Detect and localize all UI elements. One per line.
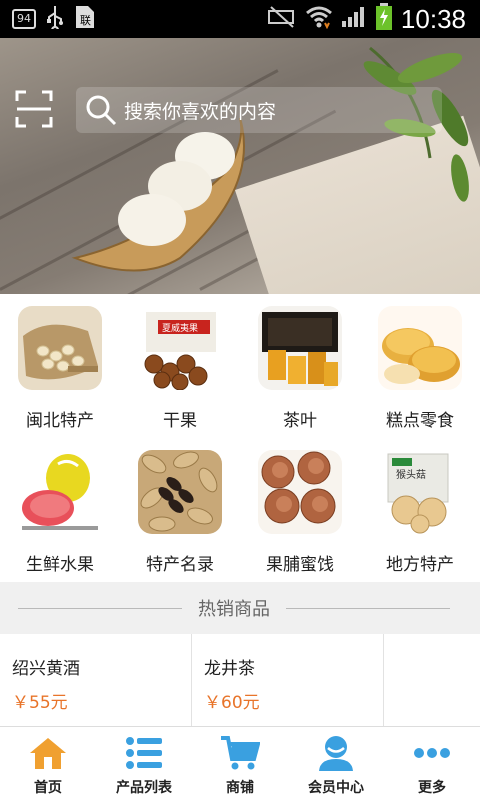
mushroom-pack-image: 猴头菇 [378,450,462,534]
product-card[interactable]: 绍兴黄酒 ￥55元 [0,634,192,726]
category-label: 干果 [163,411,197,431]
category-label: 特产名录 [146,555,214,575]
nav-shop[interactable]: 商铺 [192,727,288,800]
product-price: ￥60元 [204,693,260,713]
scan-icon [15,90,53,128]
cart-icon [221,736,260,770]
usb-icon [46,5,64,34]
nav-member-center[interactable]: 会员中心 [288,727,384,800]
more-icon [414,748,450,758]
tea-box-image [258,306,342,390]
hot-section-header: 热销商品 [0,582,480,634]
category-label: 果脯蜜饯 [266,555,334,575]
nav-home[interactable]: 首页 [0,727,96,800]
product-name: 龙井茶 [204,659,255,679]
mute-icon [267,5,297,33]
user-icon [319,736,353,771]
product-card[interactable]: 龙井茶 ￥60元 [192,634,384,726]
divider [18,607,182,609]
wifi-icon [305,5,333,33]
notification-badge: 94 [12,9,36,29]
category-label: 糕点零食 [386,411,454,431]
category-item[interactable]: 闽北特产 [0,294,120,438]
signal-icon [341,5,367,33]
category-item[interactable]: 猴头菇 地方特产 [360,438,480,582]
dried-persimmon-image [258,450,342,534]
search-row: 搜索你喜欢的内容 [0,83,480,139]
category-label: 闽北特产 [26,411,94,431]
category-item[interactable]: 果脯蜜饯 [240,438,360,582]
category-item[interactable]: 特产名录 [120,438,240,582]
category-item[interactable]: 夏威夷果 干果 [120,294,240,438]
status-bar: 94 联 10:38 [0,0,480,38]
nav-label: 商铺 [226,780,254,796]
hot-section-title: 热销商品 [198,599,270,620]
category-item[interactable]: 糕点零食 [360,294,480,438]
list-icon [126,737,162,769]
category-item[interactable]: 生鲜水果 [0,438,120,582]
nav-label: 产品列表 [116,780,172,796]
divider [286,607,450,609]
clock: 10:38 [400,3,466,34]
product-name: 绍兴黄酒 [12,659,80,679]
category-label: 地方特产 [386,555,454,575]
product-price: ￥55元 [12,693,68,713]
bottom-nav: 首页 产品列表 商铺 会员中心 更多 [0,726,480,800]
sim-icon: 联 [74,4,96,34]
pomelo-image [18,450,102,534]
nav-more[interactable]: 更多 [384,727,480,800]
home-icon [30,738,66,769]
battery-icon [375,3,393,35]
category-item[interactable]: 茶叶 [240,294,360,438]
svg-text:联: 联 [80,14,91,27]
category-grid: 闽北特产 夏威夷果 干果 茶叶 糕点零食 生鲜水果 特产名录 果脯蜜饯 猴头菇 … [0,294,480,582]
nav-label: 会员中心 [308,780,364,796]
nav-product-list[interactable]: 产品列表 [96,727,192,800]
product-card-empty [384,634,480,726]
category-label: 茶叶 [283,411,317,431]
search-icon [86,95,117,126]
search-placeholder: 搜索你喜欢的内容 [124,100,277,123]
scan-button[interactable] [14,89,54,129]
app-root: 94 联 10:38 搜索你喜欢的内容 闽北特产 夏威夷果 干果 茶叶 糕点零食… [0,0,480,800]
pastry-image [378,306,462,390]
macadamia-nuts-image: 夏威夷果 [138,306,222,390]
category-label: 生鲜水果 [26,555,94,575]
lotus-seeds-image [18,306,102,390]
hero-banner[interactable]: 搜索你喜欢的内容 [0,38,480,294]
product-list: 绍兴黄酒 ￥55元 龙井茶 ￥60元 [0,634,480,726]
peanuts-image [138,450,222,534]
svg-text:猴头菇: 猴头菇 [396,468,426,481]
svg-text:夏威夷果: 夏威夷果 [162,322,198,334]
search-input[interactable]: 搜索你喜欢的内容 [76,87,442,133]
nav-label: 首页 [34,780,62,796]
nav-label: 更多 [418,780,446,796]
